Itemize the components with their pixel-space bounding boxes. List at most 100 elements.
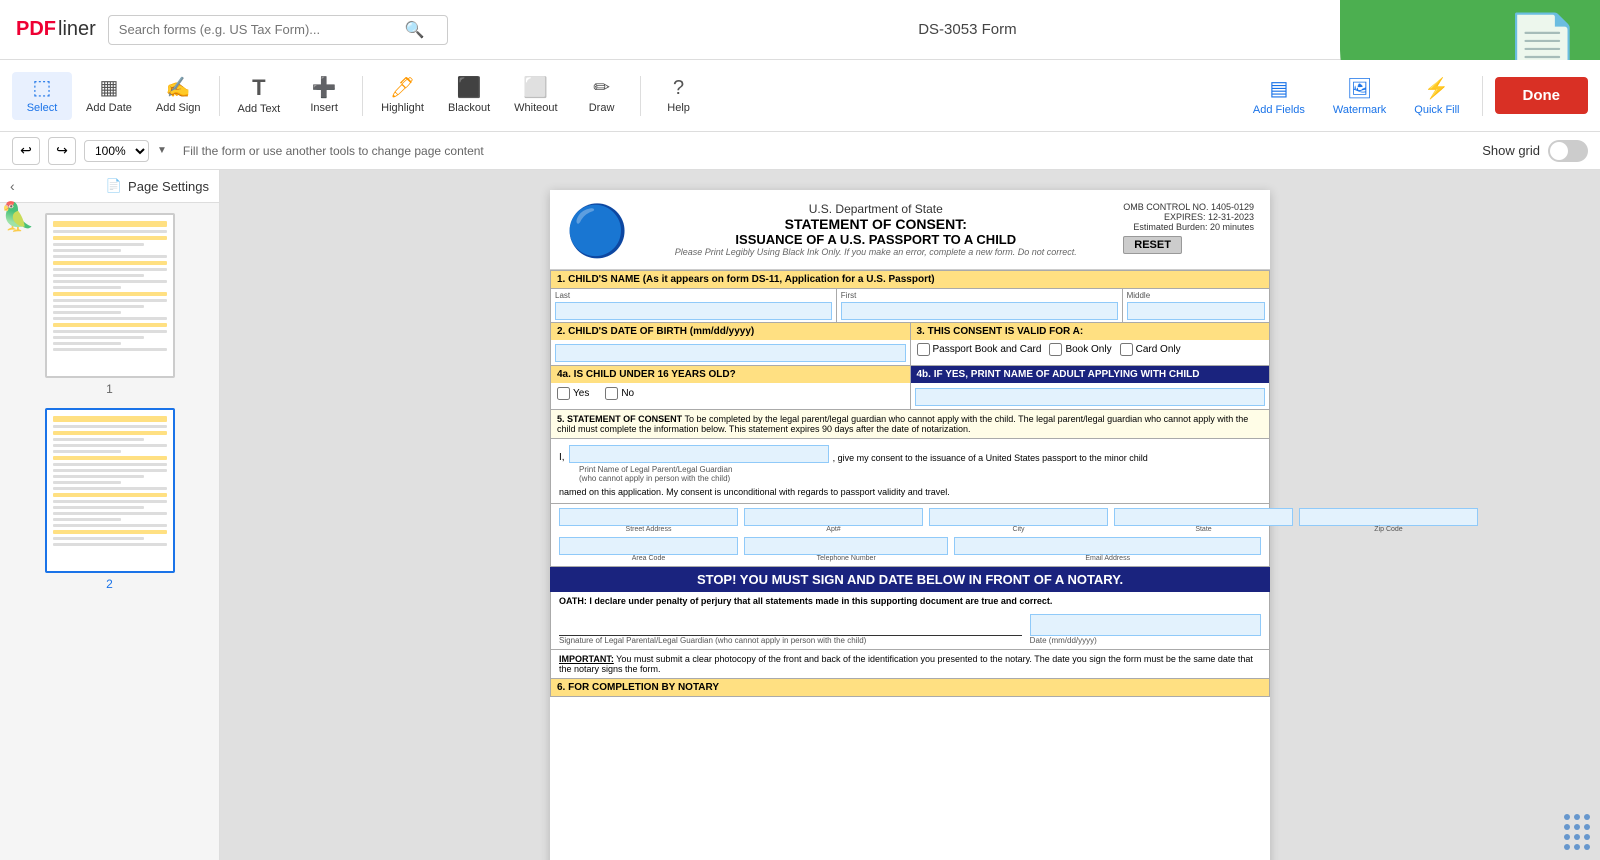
pages-container: 1 <box>0 203 219 860</box>
login-link[interactable]: Log in <box>1549 22 1584 37</box>
phone-number-input[interactable] <box>744 537 948 555</box>
state-input[interactable] <box>1114 508 1293 526</box>
tool-help-label: Help <box>667 102 690 114</box>
tool-add-sign[interactable]: ✍ Add Sign <box>146 72 211 120</box>
last-name-input[interactable] <box>555 302 832 320</box>
omb-control: OMB CONTROL NO. 1405-0129 <box>1123 202 1254 212</box>
add-fields-btn[interactable]: ▤ Add Fields <box>1243 70 1315 122</box>
yes-checkbox[interactable] <box>557 387 570 400</box>
section-4a-options: Yes No <box>551 383 910 404</box>
tool-add-date[interactable]: ▦ Add Date <box>76 72 142 120</box>
page-image-2 <box>45 408 175 573</box>
last-name-label: Last <box>555 291 832 300</box>
sig-col: Signature of Legal Parental/Legal Guardi… <box>559 614 1022 645</box>
tool-draw[interactable]: ✏ Draw <box>572 72 632 120</box>
tool-blackout[interactable]: ⬛ Blackout <box>438 72 500 120</box>
main-area: ‹ 📄 Page Settings <box>0 170 1600 860</box>
grid-toggle-switch[interactable] <box>1548 140 1588 162</box>
street-address-cell: Street Address <box>559 508 738 533</box>
adult-name-input[interactable] <box>915 388 1266 406</box>
reset-button[interactable]: RESET <box>1123 236 1182 254</box>
book-only-checkbox[interactable] <box>1049 343 1062 356</box>
first-name-label: First <box>841 291 1118 300</box>
city-input[interactable] <box>929 508 1108 526</box>
email-input[interactable] <box>954 537 1261 555</box>
tool-highlight[interactable]: 🖊 Highlight <box>371 72 434 120</box>
form-main-title: STATEMENT OF CONSENT: <box>648 216 1103 232</box>
section-5-header: 5. STATEMENT OF CONSENT To be completed … <box>550 410 1270 439</box>
document-viewer[interactable]: 🔵 U.S. Department of State STATEMENT OF … <box>220 170 1600 860</box>
state-label: State <box>1114 526 1293 533</box>
apt-label: Apt# <box>744 526 923 533</box>
logo-pdf: PDF <box>16 18 56 41</box>
area-code-input[interactable] <box>559 537 738 555</box>
section-3-header: 3. THIS CONSENT IS VALID FOR A: <box>911 323 1270 340</box>
phone-inputs-row: Area Code Telephone Number Email Address <box>559 537 1261 562</box>
street-address-label: Street Address <box>559 526 738 533</box>
toolbar-separator-4 <box>1482 76 1483 116</box>
signature-input[interactable] <box>559 614 1022 636</box>
tool-select-label: Select <box>27 102 58 114</box>
add-text-icon: T <box>252 77 265 99</box>
form-header: 🔵 U.S. Department of State STATEMENT OF … <box>550 190 1270 270</box>
section-2-header: 2. CHILD'S DATE OF BIRTH (mm/dd/yyyy) <box>551 323 910 340</box>
search-box[interactable]: 🔍 <box>108 15 448 45</box>
yes-label: Yes <box>557 387 589 400</box>
zoom-select[interactable]: 100% 75% 125% 150% <box>84 140 149 162</box>
support-link[interactable]: Support <box>1487 22 1533 37</box>
sidebar-collapse-button[interactable]: ‹ <box>10 178 15 194</box>
address-row: Street Address Apt# City State <box>550 504 1270 567</box>
section-4b: 4b. IF YES, PRINT NAME OF ADULT APPLYING… <box>911 366 1270 409</box>
quick-fill-btn[interactable]: ⚡ Quick Fill <box>1404 70 1469 122</box>
header-right: Support Log in <box>1487 22 1584 37</box>
apt-input[interactable] <box>744 508 923 526</box>
no-text: No <box>621 388 634 399</box>
page-thumb-1[interactable]: 1 <box>8 213 211 396</box>
add-fields-icon: ▤ <box>1269 76 1288 101</box>
undo-button[interactable]: ↩ <box>12 137 40 165</box>
middle-name-input[interactable] <box>1127 302 1265 320</box>
date-input[interactable] <box>1030 614 1261 636</box>
book-only-text: Book Only <box>1065 344 1111 355</box>
email-label: Email Address <box>954 555 1261 562</box>
watermark-btn[interactable]: 🖼 Watermark <box>1323 70 1396 122</box>
blackout-icon: ⬛ <box>457 78 482 98</box>
important-text: You must submit a clear photocopy of the… <box>559 654 1253 674</box>
sig-label: Signature of Legal Parental/Legal Guardi… <box>559 636 1022 645</box>
card-only-checkbox[interactable] <box>1120 343 1133 356</box>
dob-input[interactable] <box>555 344 906 362</box>
email-cell: Email Address <box>954 537 1261 562</box>
sub-toolbar: ↩ ↪ 100% 75% 125% 150% ▼ Fill the form o… <box>0 132 1600 170</box>
form-omb: OMB CONTROL NO. 1405-0129 EXPIRES: 12-31… <box>1123 202 1254 261</box>
redo-button[interactable]: ↪ <box>48 137 76 165</box>
passport-book-card-checkbox[interactable] <box>917 343 930 356</box>
document-page: 🔵 U.S. Department of State STATEMENT OF … <box>550 190 1270 860</box>
form-subtitle: ISSUANCE OF A U.S. PASSPORT TO A CHILD <box>648 232 1103 247</box>
omb-expires: EXPIRES: 12-31-2023 <box>1123 212 1254 222</box>
date-label: Date (mm/dd/yyyy) <box>1030 636 1261 645</box>
tool-add-text[interactable]: T Add Text <box>228 71 291 121</box>
add-fields-label: Add Fields <box>1253 104 1305 116</box>
insert-icon: ➕ <box>312 78 337 98</box>
first-name-input[interactable] <box>841 302 1118 320</box>
tool-select[interactable]: ⬚ Select <box>12 72 72 120</box>
watermark-label: Watermark <box>1333 104 1386 116</box>
no-checkbox[interactable] <box>605 387 618 400</box>
quick-fill-label: Quick Fill <box>1414 104 1459 116</box>
search-input[interactable] <box>119 22 399 37</box>
add-date-icon: ▦ <box>99 78 118 98</box>
show-grid-toggle[interactable]: Show grid <box>1482 140 1588 162</box>
done-button[interactable]: Done <box>1495 77 1589 114</box>
sidebar: ‹ 📄 Page Settings <box>0 170 220 860</box>
street-address-input[interactable] <box>559 508 738 526</box>
consent-name-input[interactable] <box>569 445 829 463</box>
first-name-cell: First <box>837 289 1123 322</box>
page-thumb-2[interactable]: 2 <box>8 408 211 591</box>
tool-add-date-label: Add Date <box>86 102 132 114</box>
consent-name-sublabel: Print Name of Legal Parent/Legal Guardia… <box>579 465 1261 483</box>
zip-input[interactable] <box>1299 508 1478 526</box>
section-1-header: 1. CHILD'S NAME (As it appears on form D… <box>550 270 1270 289</box>
tool-whiteout[interactable]: ⬜ Whiteout <box>504 72 567 120</box>
tool-help[interactable]: ? Help <box>649 72 709 120</box>
tool-insert[interactable]: ➕ Insert <box>294 72 354 120</box>
